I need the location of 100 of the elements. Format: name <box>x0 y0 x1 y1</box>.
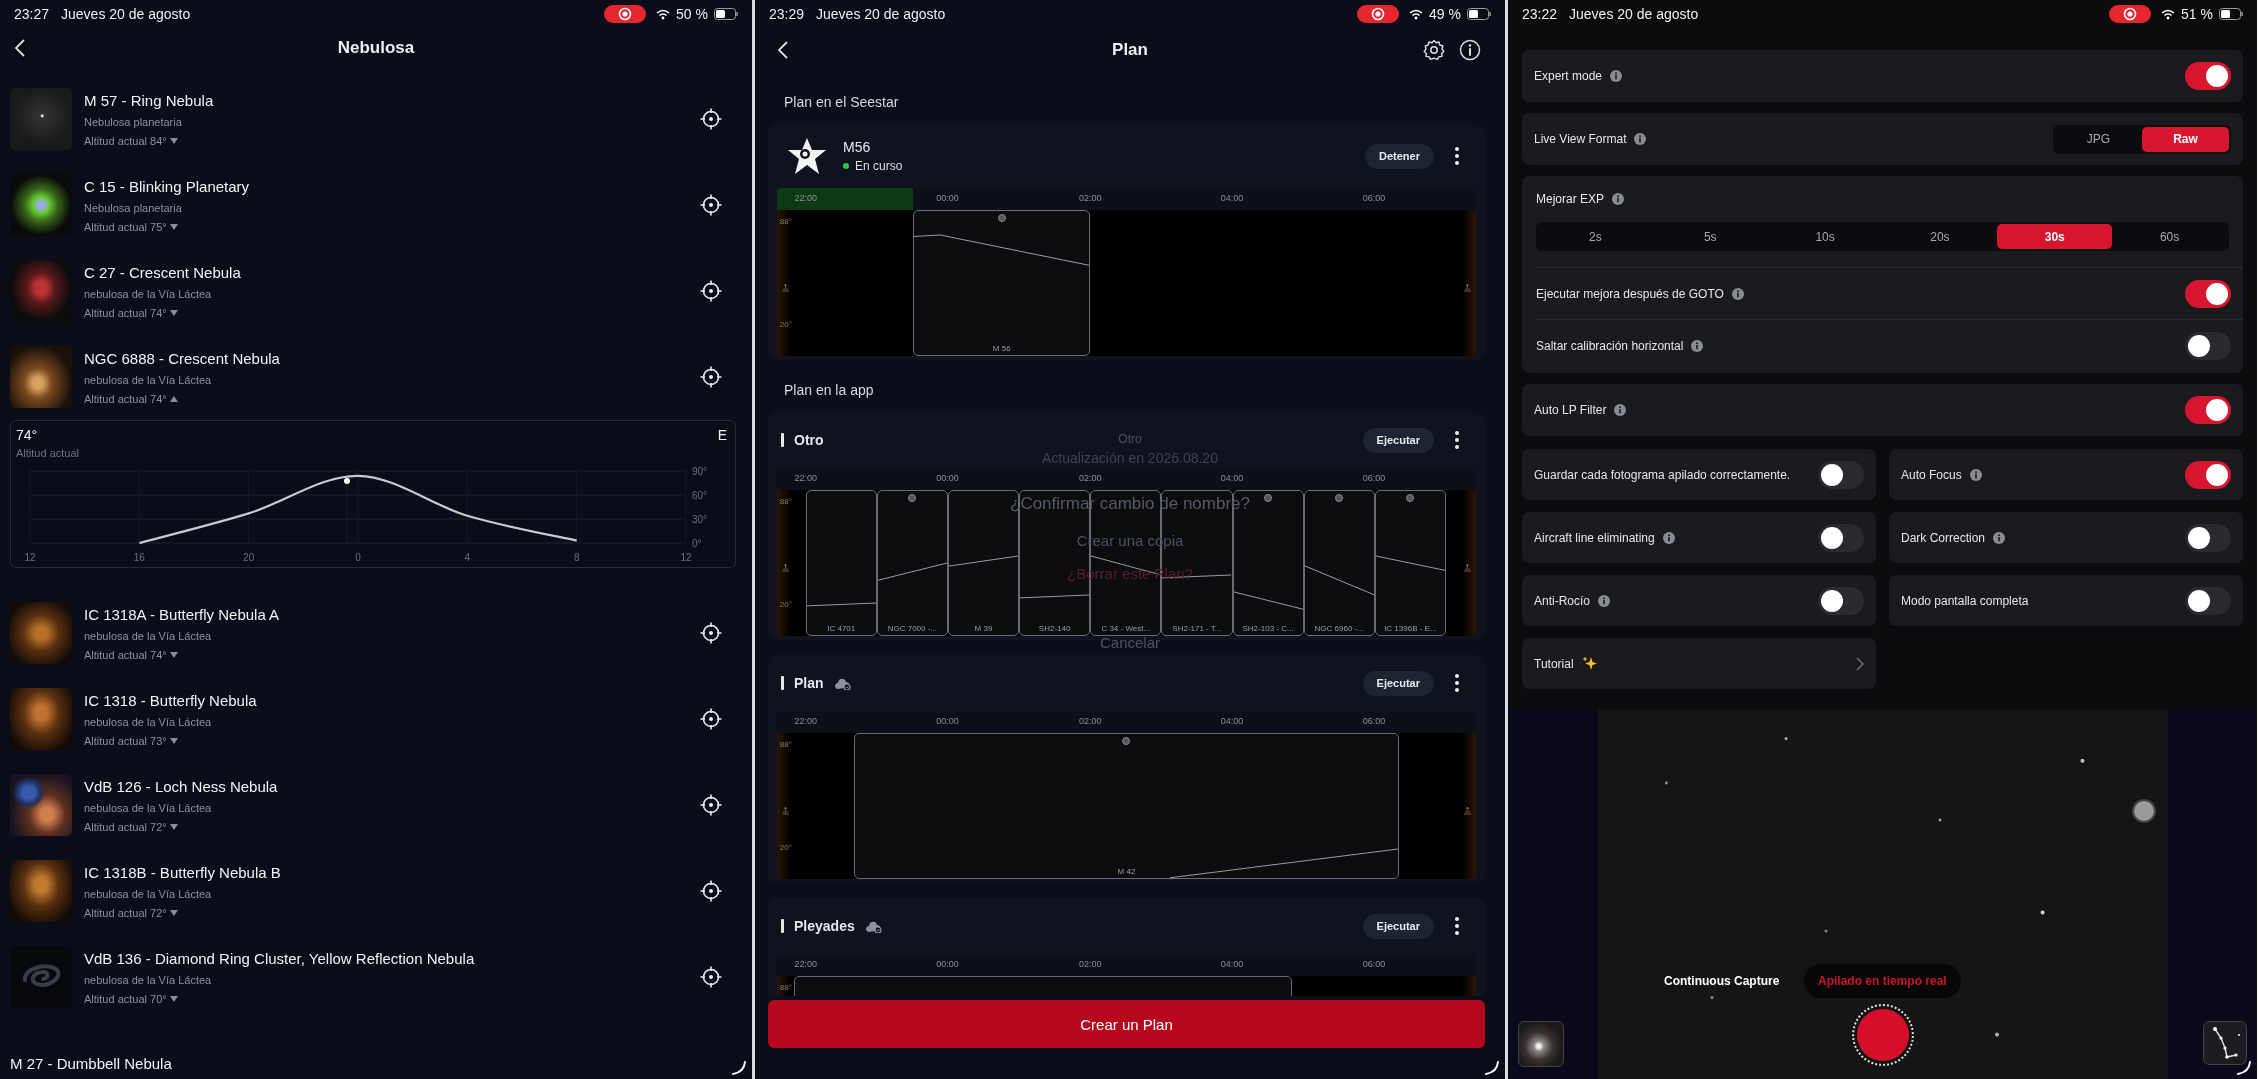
object-name[interactable]: C 27 - Crescent Nebula <box>84 263 688 281</box>
galaxy-thumbnail[interactable] <box>1518 1021 1564 1067</box>
section-title: Plan en el Seestar <box>784 94 899 110</box>
back-icon[interactable] <box>777 41 789 59</box>
caret-icon[interactable] <box>169 909 178 916</box>
caret-icon[interactable] <box>169 137 178 144</box>
object-type: nebulosa de la Vía Láctea <box>84 887 213 900</box>
target-icon[interactable] <box>700 708 722 730</box>
caret-icon[interactable] <box>169 823 178 830</box>
more-icon[interactable] <box>1454 916 1460 936</box>
setting-label: Expert mode <box>1534 69 1603 83</box>
toggle-switch[interactable] <box>2185 586 2231 615</box>
tutorial-link[interactable]: Tutorial <box>1522 638 1876 689</box>
target-block[interactable] <box>913 210 1091 356</box>
caret-icon[interactable] <box>169 995 178 1002</box>
plan-action-button[interactable]: Ejecutar <box>1362 427 1434 453</box>
block-label: M 56 <box>991 344 1012 353</box>
segment-option[interactable]: 60s <box>2112 224 2227 249</box>
setting-label: Live View Format <box>1534 132 1627 146</box>
photo-placeholder <box>10 688 72 750</box>
time-label: 04:00 <box>1220 959 1244 969</box>
toggle-switch[interactable] <box>2185 279 2231 308</box>
time-label: 22:00 <box>794 959 817 969</box>
object-name[interactable]: C 15 - Blinking Planetary <box>84 177 688 195</box>
time-label: 02:00 <box>1078 716 1102 726</box>
setting-label: Modo pantalla completa <box>1901 593 2029 608</box>
toggle-switch[interactable] <box>2185 331 2231 360</box>
toggle-switch[interactable] <box>2185 62 2231 90</box>
block-label: M 39 <box>973 624 994 633</box>
plan-action-button[interactable]: Ejecutar <box>1362 670 1434 696</box>
info-icon[interactable] <box>1459 39 1481 61</box>
segment-option[interactable]: 20s <box>1882 224 1998 249</box>
toggle-switch[interactable] <box>1818 460 1864 489</box>
segment-option[interactable]: Raw <box>2142 126 2229 152</box>
target-icon[interactable] <box>700 194 722 216</box>
toggle-switch[interactable] <box>2185 396 2231 424</box>
object-name[interactable]: IC 1318B - Butterfly Nebula B <box>84 863 688 881</box>
object-name[interactable]: IC 1318 - Butterfly Nebula <box>84 691 688 709</box>
segment-option[interactable]: 2s <box>1538 224 1653 249</box>
target-icon[interactable] <box>700 622 722 644</box>
altitude-label: 20° <box>779 319 792 329</box>
target-icon[interactable] <box>700 280 722 302</box>
capture-mode-option[interactable]: Continuous Capture <box>1650 964 1794 998</box>
caret-icon[interactable] <box>169 309 178 316</box>
segment-option[interactable]: 10s <box>1767 224 1883 249</box>
target-icon[interactable] <box>700 966 722 988</box>
caret-icon[interactable] <box>169 395 178 402</box>
caret-icon[interactable] <box>169 651 178 658</box>
object-name[interactable]: IC 1318A - Butterfly Nebula A <box>84 605 688 623</box>
object-name[interactable]: VdB 136 - Diamond Ring Cluster, Yellow Reflection Nebula <box>84 949 688 967</box>
setting-label: Guardar cada fotograma apilado correctamente. <box>1534 467 1791 482</box>
target-block[interactable] <box>853 733 1400 879</box>
toggle-switch[interactable] <box>1818 586 1864 615</box>
time-label: 06:00 <box>1362 193 1386 203</box>
time-label: 00:00 <box>936 959 959 969</box>
caret-icon[interactable] <box>169 223 178 230</box>
page-title: Plan <box>1112 40 1148 60</box>
create-plan-button[interactable]: Crear un Plan <box>768 1000 1485 1048</box>
settings-icon[interactable] <box>1423 39 1445 61</box>
toggle-switch[interactable] <box>2185 460 2231 489</box>
spinner-icon <box>2237 1061 2251 1075</box>
toggle-switch[interactable] <box>2185 523 2231 552</box>
target-block[interactable] <box>805 490 877 636</box>
status-date: Jueves 20 de agosto <box>816 6 946 22</box>
altitude-text: Altitud actual 74° <box>84 306 167 319</box>
status-date: Jueves 20 de agosto <box>61 6 191 22</box>
photo-placeholder <box>10 774 72 836</box>
more-icon[interactable] <box>1454 146 1460 166</box>
status-time: 23:22 <box>1522 6 1558 22</box>
time-label: 04:00 <box>1220 716 1244 726</box>
object-name[interactable]: NGC 6888 - Crescent Nebula <box>84 349 688 367</box>
caret-icon[interactable] <box>169 737 178 744</box>
x-tick-label: 0 <box>355 552 361 563</box>
more-icon[interactable] <box>1454 673 1460 693</box>
toggle-switch[interactable] <box>1818 523 1864 552</box>
object-name[interactable]: M 27 - Dumbbell Nebula <box>10 1054 722 1072</box>
object-type: Nebulosa planetaria <box>84 115 183 128</box>
back-icon[interactable] <box>14 39 26 57</box>
target-icon[interactable] <box>700 366 722 388</box>
target-icon[interactable] <box>700 108 722 130</box>
plan-action-button[interactable]: Detener <box>1365 143 1434 169</box>
object-name[interactable]: M 57 - Ring Nebula <box>84 91 688 109</box>
target-block[interactable] <box>876 490 948 636</box>
time-label: 22:00 <box>794 193 817 203</box>
target-icon[interactable] <box>700 880 722 902</box>
segment-option[interactable]: 5s <box>1652 224 1768 249</box>
segment-option[interactable]: 30s <box>1997 224 2113 249</box>
status-date: Jueves 20 de agosto <box>1569 6 1699 22</box>
plan-action-button[interactable]: Ejecutar <box>1362 913 1434 939</box>
altitude-text: Altitud actual 73° <box>84 734 167 747</box>
target-icon[interactable] <box>700 794 722 816</box>
segment-option[interactable]: JPG <box>2055 126 2142 152</box>
object-name[interactable]: VdB 126 - Loch Ness Nebula <box>84 777 688 795</box>
shutter-button[interactable] <box>1852 1004 1914 1066</box>
target-block[interactable] <box>1303 490 1375 636</box>
more-icon[interactable] <box>1454 430 1460 450</box>
constellation-icon[interactable] <box>2203 1021 2247 1065</box>
object-type: nebulosa de la Vía Láctea <box>84 715 213 728</box>
target-block[interactable] <box>1374 490 1446 636</box>
altitude-text: Altitud actual 75° <box>84 220 167 233</box>
